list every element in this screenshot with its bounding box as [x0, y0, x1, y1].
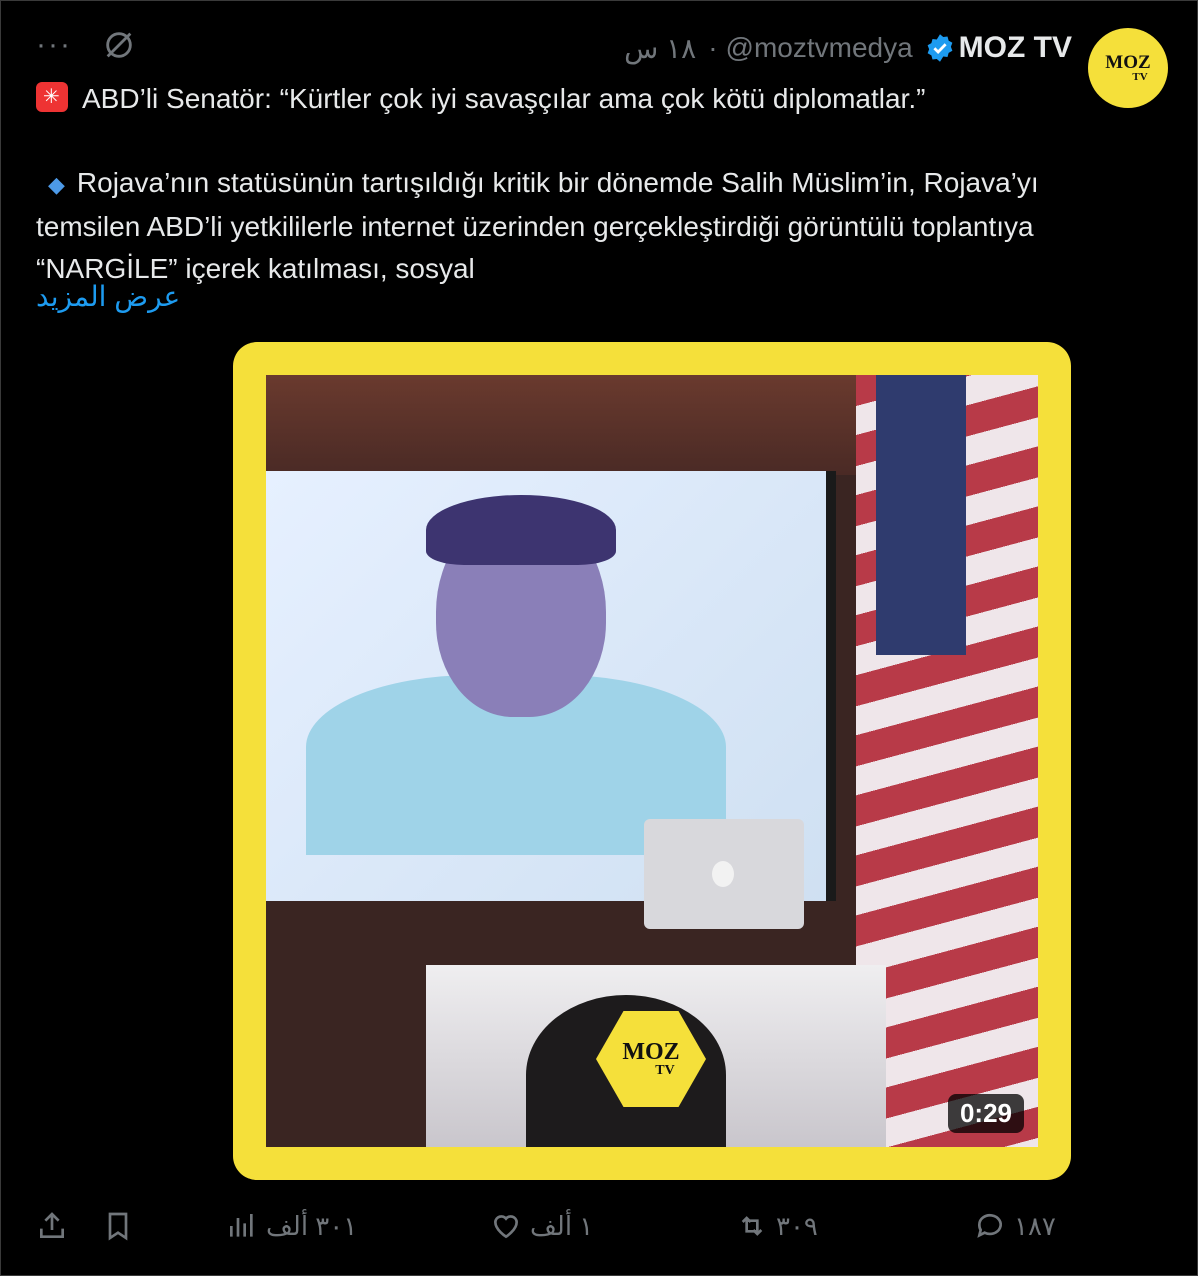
video-media[interactable]: MOZ TV 0:29 — [233, 342, 1071, 1180]
tweet-line1: ABD’li Senatör: “Kürtler çok iyi savaşçı… — [82, 83, 926, 114]
show-more-link[interactable]: عرض المزيد — [36, 280, 180, 313]
repost-button[interactable]: ٣٠٩ — [736, 1200, 818, 1252]
tweet-header: ١٨ س · @moztvmedya MOZ TV — [624, 28, 1072, 68]
views-count: ٣٠١ ألف — [266, 1210, 358, 1241]
views-icon — [230, 1214, 253, 1237]
views-button[interactable]: ٣٠١ ألف — [226, 1200, 357, 1252]
timestamp[interactable]: ١٨ س — [624, 32, 696, 65]
diamond-icon: ◆ — [48, 172, 65, 197]
repost-icon — [741, 1216, 763, 1236]
more-icon[interactable]: ··· — [36, 30, 72, 60]
display-name[interactable]: MOZ TV — [959, 31, 1072, 65]
watermark-line2: TV — [655, 1063, 675, 1078]
verified-icon — [927, 34, 953, 62]
reply-icon — [977, 1213, 1002, 1238]
video-player[interactable]: MOZ TV 0:29 — [266, 375, 1038, 1147]
like-button[interactable]: ١ ألف — [490, 1200, 593, 1252]
siren-icon — [36, 82, 68, 112]
tweet-paragraph2: Rojava’nın statüsünün tartışıldığı kriti… — [36, 167, 1039, 284]
bookmark-icon — [108, 1212, 128, 1241]
reply-button[interactable]: ١٨٧ — [974, 1200, 1056, 1252]
grok-icon[interactable] — [102, 28, 136, 62]
like-icon — [493, 1215, 519, 1239]
top-actions: ··· — [36, 28, 136, 62]
avatar-line2: TV — [1132, 71, 1148, 83]
tweet-text: ABD’li Senatör: “Kürtler çok iyi savaşçı… — [36, 78, 1066, 290]
reposts-count: ٣٠٩ — [776, 1210, 818, 1241]
avatar[interactable]: MOZ TV — [1088, 28, 1168, 108]
laptop — [644, 819, 804, 929]
separator: · — [708, 32, 718, 63]
replies-count: ١٨٧ — [1014, 1210, 1056, 1241]
avatar-line1: MOZ — [1105, 52, 1151, 73]
video-duration: 0:29 — [947, 1094, 1024, 1133]
watermark-line1: MOZ — [622, 1039, 680, 1065]
share-icon — [40, 1212, 64, 1238]
action-bar: ٣٠١ ألف ١ ألف ٣٠٩ ١٨٧ — [36, 1200, 1076, 1252]
likes-count: ١ ألف — [530, 1210, 594, 1241]
share-button[interactable] — [36, 1200, 68, 1252]
user-handle[interactable]: @moztvmedya — [726, 32, 913, 64]
bookmark-button[interactable] — [102, 1200, 134, 1252]
